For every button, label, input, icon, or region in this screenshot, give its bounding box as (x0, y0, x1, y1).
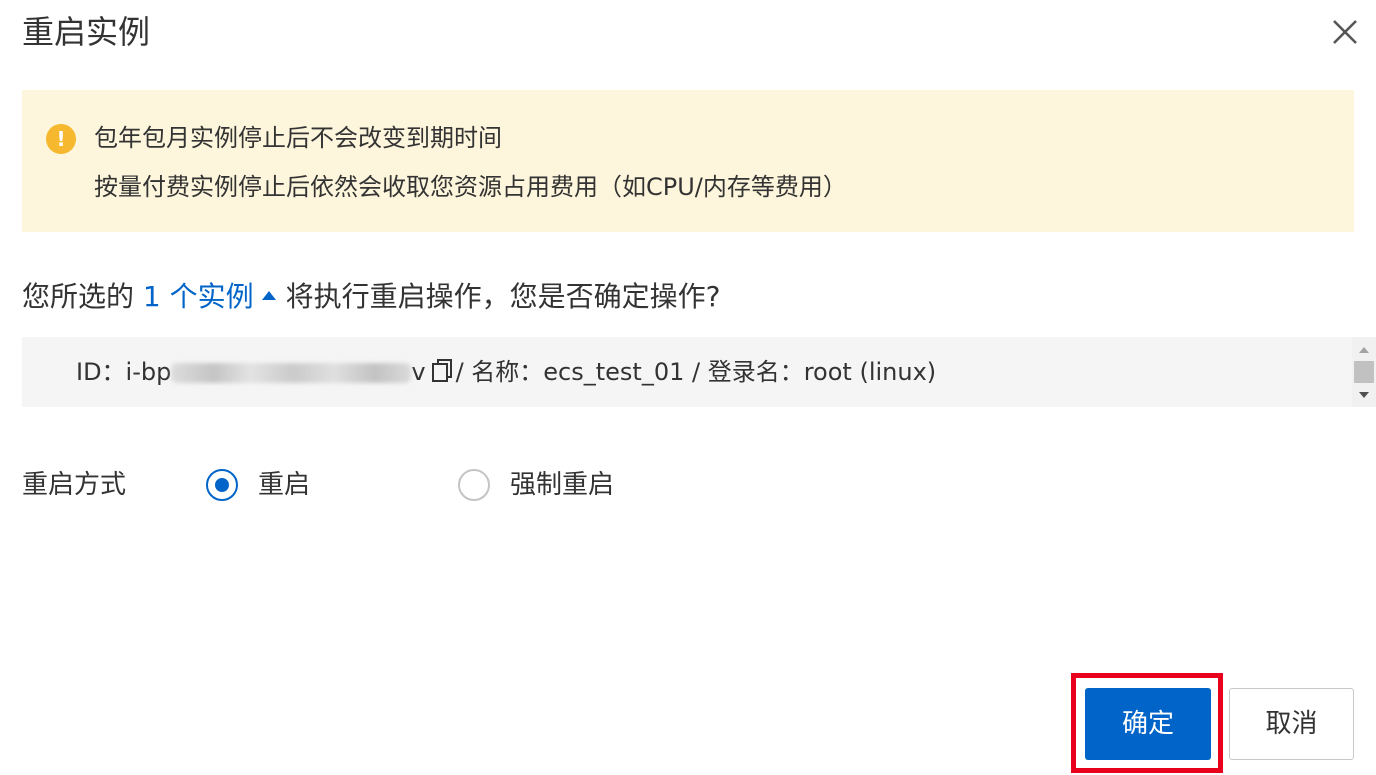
scrollbar[interactable] (1352, 337, 1376, 407)
instance-name: ecs_test_01 (543, 358, 685, 386)
close-icon[interactable] (1328, 15, 1362, 49)
radio-force-restart[interactable]: 强制重启 (458, 465, 614, 505)
question-prefix: 您所选的 (22, 280, 143, 313)
alert-message-subscription: 包年包月实例停止后不会改变到期时间 (94, 124, 502, 152)
copy-icon[interactable] (430, 358, 454, 384)
radio-checked-icon[interactable] (206, 469, 238, 501)
instance-list: ID：i-bp v / 名称：ecs_test_01 / 登录名：root (li… (22, 337, 1376, 407)
scrollbar-thumb[interactable] (1354, 361, 1374, 383)
instance-name-label: / 名称： (455, 358, 544, 386)
masked-instance-id (171, 363, 412, 383)
restart-mode-label: 重启方式 (22, 470, 127, 500)
instance-id-tail: v (411, 358, 426, 386)
question-suffix: 将执行重启操作，您是否确定操作? (285, 280, 721, 313)
scroll-up-arrow-icon[interactable] (1359, 347, 1369, 353)
selected-instances-link[interactable]: 1 个实例 (143, 280, 254, 313)
instance-login-label: / 登录名： (684, 358, 804, 386)
warning-icon: ! (46, 124, 76, 154)
instance-id-label: ID：i-bp (76, 358, 172, 386)
instance-login: root (linux) (803, 358, 937, 386)
caret-up-icon[interactable] (261, 291, 276, 300)
close-button[interactable] (1328, 15, 1362, 49)
alert-message-pay-as-you-go: 按量付费实例停止后依然会收取您资源占用费用（如CPU/内存等费用） (94, 173, 847, 201)
scroll-down-arrow-icon[interactable] (1359, 392, 1369, 398)
cancel-button[interactable]: 取消 (1229, 688, 1354, 760)
radio-unchecked-icon[interactable] (458, 469, 490, 501)
confirm-button[interactable]: 确定 (1085, 688, 1211, 760)
radio-restart[interactable]: 重启 (206, 465, 310, 505)
radio-restart-label[interactable]: 重启 (258, 467, 310, 503)
confirm-question: 您所选的 1 个实例 将执行重启操作，您是否确定操作? (22, 276, 721, 318)
warning-alert: ! 包年包月实例停止后不会改变到期时间 按量付费实例停止后依然会收取您资源占用费… (22, 90, 1354, 232)
dialog-title: 重启实例 (22, 13, 151, 51)
restart-instance-dialog: 重启实例 ! 包年包月实例停止后不会改变到期时间 按量付费实例停止后依然会收取您… (0, 0, 1376, 775)
radio-force-restart-label[interactable]: 强制重启 (510, 467, 614, 503)
instance-item: ID：i-bp v / 名称：ecs_test_01 / 登录名：root (li… (76, 355, 936, 389)
